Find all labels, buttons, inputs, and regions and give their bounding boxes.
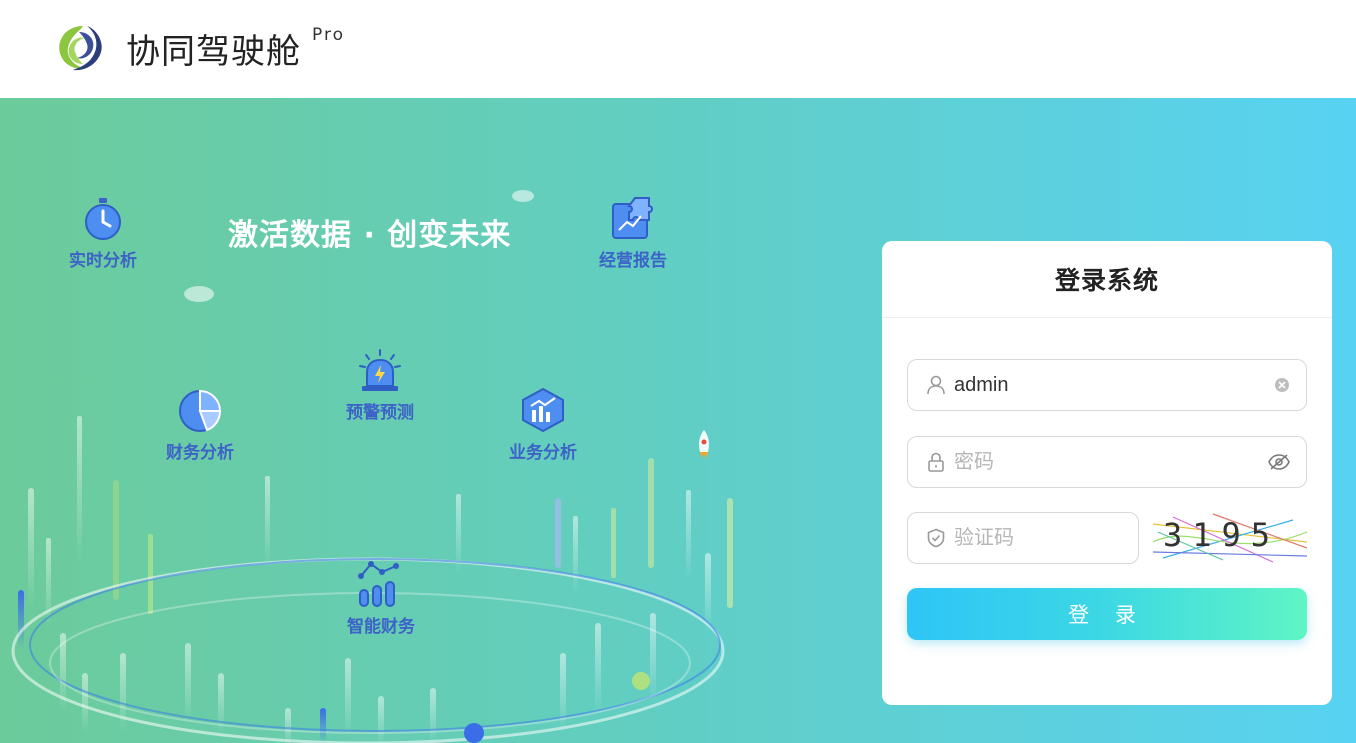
- feature-smart-finance: 智能财务: [331, 558, 431, 637]
- puzzle-report-icon: [612, 197, 653, 239]
- eye-off-icon[interactable]: [1268, 453, 1290, 471]
- feature-label: 业务分析: [509, 443, 577, 463]
- feature-finance-analysis: 财务分析: [150, 388, 250, 463]
- top-header: 协同驾驶舱 Pro: [0, 0, 1356, 98]
- feature-realtime-analysis: 实时分析: [53, 196, 153, 271]
- feature-business-report: 经营报告: [583, 194, 683, 271]
- password-input[interactable]: [954, 450, 1268, 474]
- alarm-siren-icon: [359, 349, 401, 391]
- user-icon: [926, 375, 946, 395]
- feature-early-warning: 预警预测: [330, 348, 430, 423]
- feature-label: 智能财务: [347, 617, 415, 637]
- password-field[interactable]: [907, 436, 1307, 488]
- username-field[interactable]: [907, 359, 1307, 411]
- captcha-field[interactable]: [907, 512, 1219, 564]
- lock-icon: [926, 452, 946, 472]
- feature-label: 预警预测: [346, 403, 414, 423]
- pro-badge: Pro: [312, 25, 345, 45]
- feature-label: 实时分析: [69, 251, 137, 271]
- brand-name: 协同驾驶舱: [126, 32, 301, 72]
- shield-icon: [926, 528, 946, 548]
- pie-chart-icon: [179, 389, 222, 432]
- smart-bars-icon: [358, 561, 399, 607]
- cube-chart-icon: [522, 387, 564, 433]
- captcha-text: 3195: [1163, 516, 1280, 554]
- login-card: 登录系统 31: [882, 241, 1332, 705]
- clear-icon[interactable]: [1274, 377, 1290, 393]
- captcha-image[interactable]: 3195: [1153, 512, 1307, 564]
- feature-operations-analysis: 业务分析: [493, 386, 593, 463]
- feature-label: 经营报告: [599, 251, 667, 271]
- login-title: 登录系统: [882, 241, 1332, 318]
- username-input[interactable]: [954, 373, 1274, 397]
- login-button[interactable]: 登 录: [907, 588, 1307, 640]
- logo-icon: [59, 26, 102, 71]
- hero-slogan: 激活数据 · 创变未来: [228, 218, 512, 253]
- feature-label: 财务分析: [166, 443, 234, 463]
- stopwatch-icon: [85, 198, 121, 240]
